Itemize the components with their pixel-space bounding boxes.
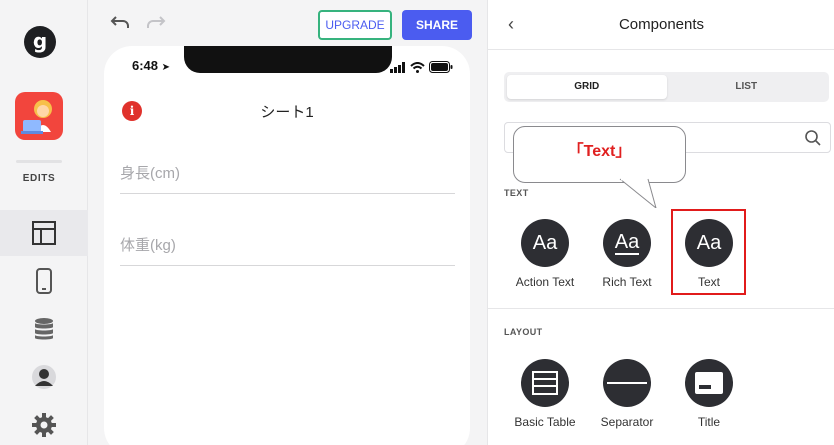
field-label: 体重(kg)	[120, 237, 176, 254]
undo-button[interactable]	[108, 14, 132, 34]
phone-nav-button[interactable]	[0, 258, 88, 304]
component-rich-text[interactable]: Aa Rich Text	[586, 219, 668, 289]
component-label: Action Text	[515, 275, 575, 289]
weight-field[interactable]: 体重(kg)	[120, 222, 455, 266]
component-separator[interactable]: Separator	[586, 359, 668, 429]
rich-text-icon: Aa	[603, 219, 651, 267]
redo-button[interactable]	[144, 14, 168, 34]
undo-icon	[110, 15, 130, 34]
section-label-layout: LAYOUT	[504, 327, 543, 337]
separator-icon	[603, 359, 651, 407]
view-toggle: GRID LIST	[504, 72, 829, 102]
search-icon	[804, 129, 822, 152]
status-time: 6:48 ➤	[132, 58, 171, 73]
component-action-text[interactable]: Aa Action Text	[504, 219, 586, 289]
phone-icon	[35, 268, 53, 294]
field-label: 身長(cm)	[120, 165, 180, 182]
component-label: Title	[697, 415, 721, 429]
component-title[interactable]: Title	[668, 359, 750, 429]
location-arrow-icon: ➤	[161, 62, 171, 73]
phone-preview: 6:48 ➤ i シート1 身長(cm) 体重(kg)	[104, 46, 470, 445]
component-basic-table[interactable]: Basic Table	[504, 359, 586, 429]
gear-icon	[31, 412, 57, 438]
database-icon	[33, 317, 55, 341]
component-label: Basic Table	[514, 415, 576, 429]
table-icon	[521, 359, 569, 407]
action-text-icon: Aa	[521, 219, 569, 267]
upgrade-button[interactable]: UPGRADE	[318, 10, 392, 40]
left-rail: g EDITS	[0, 0, 88, 445]
layout-icon	[31, 220, 57, 246]
section-label-text: TEXT	[504, 188, 529, 198]
user-avatar-icon	[31, 364, 57, 390]
section-divider	[488, 308, 834, 309]
settings-nav-button[interactable]	[0, 402, 88, 445]
title-icon	[685, 359, 733, 407]
phone-notch	[184, 46, 392, 73]
battery-icon	[429, 60, 453, 78]
rail-divider	[16, 160, 62, 163]
component-label: Rich Text	[602, 275, 652, 289]
height-field[interactable]: 身長(cm)	[120, 150, 455, 194]
annotation-callout: 「Text」	[513, 126, 686, 183]
tab-list[interactable]: LIST	[667, 75, 827, 99]
share-button[interactable]: SHARE	[402, 10, 472, 40]
component-label: Separator	[600, 415, 654, 429]
callout-tail	[619, 178, 657, 208]
text-component-highlight	[671, 209, 746, 295]
glide-logo[interactable]: g	[24, 26, 56, 58]
app-avatar-icon[interactable]	[15, 92, 63, 140]
tab-grid[interactable]: GRID	[507, 75, 667, 99]
redo-icon	[146, 15, 166, 34]
signal-icon	[390, 60, 406, 78]
edits-label: EDITS	[22, 173, 56, 184]
panel-header: ‹ Components	[488, 0, 834, 50]
data-nav-button[interactable]	[0, 306, 88, 352]
users-nav-button[interactable]	[0, 354, 88, 400]
status-icons	[390, 60, 453, 78]
wifi-icon	[410, 60, 425, 78]
screen-title: シート1	[260, 104, 314, 121]
components-panel: ‹ Components GRID LIST 「Text」 TEXT Aa Ac…	[487, 0, 834, 445]
panel-title: Components	[618, 16, 705, 33]
layout-nav-button[interactable]	[0, 210, 88, 256]
